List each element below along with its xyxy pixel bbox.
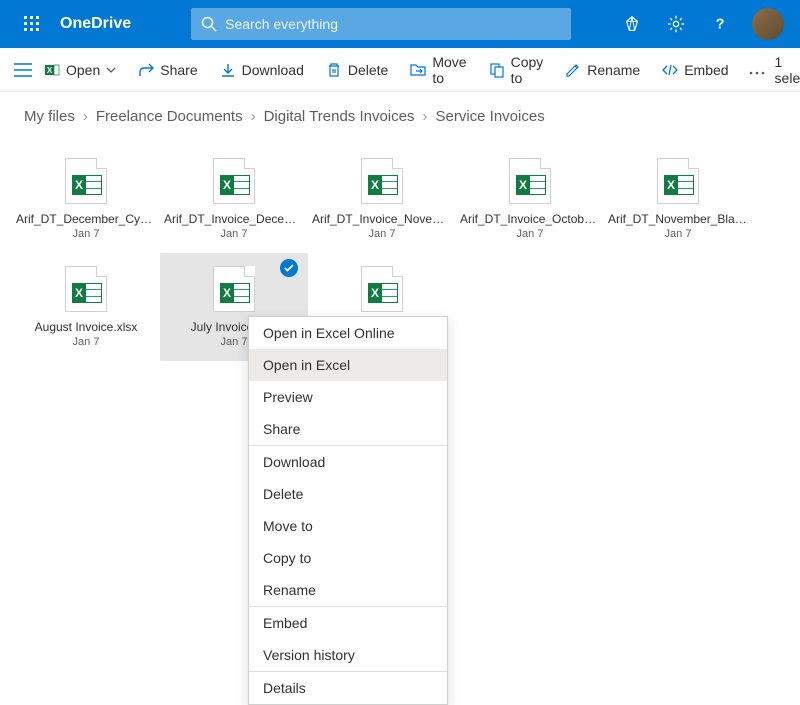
file-item[interactable]: X Arif_DT_Invoice_December... Jan 7 — [160, 145, 308, 253]
context-menu-item[interactable]: Download — [249, 446, 447, 478]
share-label: Share — [160, 62, 197, 78]
svg-text:?: ? — [716, 17, 725, 33]
download-button[interactable]: Download — [210, 56, 314, 84]
share-button[interactable]: Share — [128, 56, 207, 84]
search-input[interactable] — [225, 16, 561, 32]
file-item[interactable]: X Arif_DT_November_Black_F... Jan 7 — [604, 145, 752, 253]
selected-check-icon — [280, 259, 298, 277]
file-name: Arif_DT_Invoice_December... — [164, 212, 304, 226]
help-icon[interactable]: ? — [700, 0, 740, 48]
context-menu-item[interactable]: Rename — [249, 574, 447, 606]
premium-icon[interactable] — [612, 0, 652, 48]
copy-label: Copy to — [511, 54, 544, 86]
nav-toggle-icon[interactable] — [14, 63, 32, 77]
excel-icon: X — [44, 62, 60, 78]
search-box[interactable] — [191, 8, 571, 40]
breadcrumb-item[interactable]: Digital Trends Invoices — [264, 108, 415, 125]
file-date: Jan 7 — [73, 336, 100, 348]
rename-label: Rename — [587, 62, 640, 78]
open-label: Open — [66, 62, 100, 78]
breadcrumb-item[interactable]: My files — [24, 108, 75, 125]
command-bar: X Open Share Download Delete Move to Cop… — [0, 48, 800, 92]
settings-icon[interactable] — [656, 0, 696, 48]
embed-button[interactable]: Embed — [652, 56, 738, 84]
header-right: ? — [612, 0, 792, 48]
file-item[interactable]: X Arif_DT_December_Cyber_... Jan 7 — [12, 145, 160, 253]
breadcrumb-item[interactable]: Freelance Documents — [96, 108, 243, 125]
file-date: Jan 7 — [369, 228, 396, 240]
context-menu-item[interactable]: Embed — [249, 607, 447, 639]
move-icon — [410, 62, 426, 78]
embed-label: Embed — [684, 62, 728, 78]
file-date: Jan 7 — [221, 228, 248, 240]
excel-file-icon: X — [657, 158, 699, 204]
file-item[interactable]: X Arif_DT_Invoice_November... Jan 7 — [308, 145, 456, 253]
more-button[interactable] — [741, 56, 773, 84]
excel-file-icon: X — [65, 266, 107, 312]
context-menu-item[interactable]: Delete — [249, 478, 447, 510]
file-date: Jan 7 — [221, 336, 248, 348]
brand-title: OneDrive — [60, 15, 131, 33]
context-menu-item[interactable]: Details — [249, 672, 447, 704]
chevron-right-icon: › — [83, 108, 88, 125]
excel-file-icon: X — [509, 158, 551, 204]
file-name: Arif_DT_Invoice_November... — [312, 212, 452, 226]
app-header: OneDrive ? — [0, 0, 800, 48]
svg-text:X: X — [47, 66, 53, 75]
rename-icon — [565, 62, 581, 78]
context-menu-item[interactable]: Copy to — [249, 542, 447, 574]
context-menu-item[interactable]: Preview — [249, 381, 447, 413]
context-menu-item[interactable]: Share — [249, 413, 447, 445]
avatar[interactable] — [752, 8, 784, 40]
delete-icon — [326, 62, 342, 78]
excel-file-icon: X — [361, 158, 403, 204]
context-menu-item[interactable]: Open in Excel — [249, 349, 447, 381]
excel-file-icon: X — [65, 158, 107, 204]
open-button[interactable]: X Open — [34, 56, 126, 84]
breadcrumb-item[interactable]: Service Invoices — [435, 108, 544, 125]
breadcrumb: My files › Freelance Documents › Digital… — [0, 92, 800, 137]
search-icon — [201, 16, 217, 32]
copy-icon — [489, 62, 505, 78]
ellipsis-icon — [749, 71, 765, 75]
move-button[interactable]: Move to — [400, 48, 476, 92]
share-icon — [138, 62, 154, 78]
delete-button[interactable]: Delete — [316, 56, 398, 84]
file-date: Jan 7 — [73, 228, 100, 240]
excel-file-icon: X — [213, 266, 255, 312]
move-label: Move to — [432, 54, 466, 86]
file-name: August Invoice.xlsx — [16, 320, 156, 334]
context-menu-item[interactable]: Version history — [249, 639, 447, 671]
excel-file-icon: X — [213, 158, 255, 204]
file-name: Arif_DT_November_Black_F... — [608, 212, 748, 226]
download-icon — [220, 62, 236, 78]
context-menu-item[interactable]: Open in Excel Online — [249, 317, 447, 349]
file-item[interactable]: X Arif_DT_Invoice_October_2... Jan 7 — [456, 145, 604, 253]
rename-button[interactable]: Rename — [555, 56, 650, 84]
app-launcher-icon[interactable] — [8, 0, 56, 48]
embed-icon — [662, 62, 678, 78]
file-item[interactable]: X August Invoice.xlsx Jan 7 — [12, 253, 160, 361]
delete-label: Delete — [348, 62, 388, 78]
chevron-right-icon: › — [422, 108, 427, 125]
chevron-right-icon: › — [251, 108, 256, 125]
file-name: Arif_DT_December_Cyber_... — [16, 212, 156, 226]
file-date: Jan 7 — [665, 228, 692, 240]
excel-file-icon: X — [361, 266, 403, 312]
copy-button[interactable]: Copy to — [479, 48, 554, 92]
chevron-down-icon — [106, 67, 116, 73]
context-menu-item[interactable]: Move to — [249, 510, 447, 542]
file-name: Arif_DT_Invoice_October_2... — [460, 212, 600, 226]
file-date: Jan 7 — [517, 228, 544, 240]
context-menu: Open in Excel OnlineOpen in ExcelPreview… — [248, 316, 448, 705]
selection-count: 1 selected — [775, 54, 800, 86]
download-label: Download — [242, 62, 304, 78]
toolbar-right: 1 selected — [775, 54, 800, 86]
